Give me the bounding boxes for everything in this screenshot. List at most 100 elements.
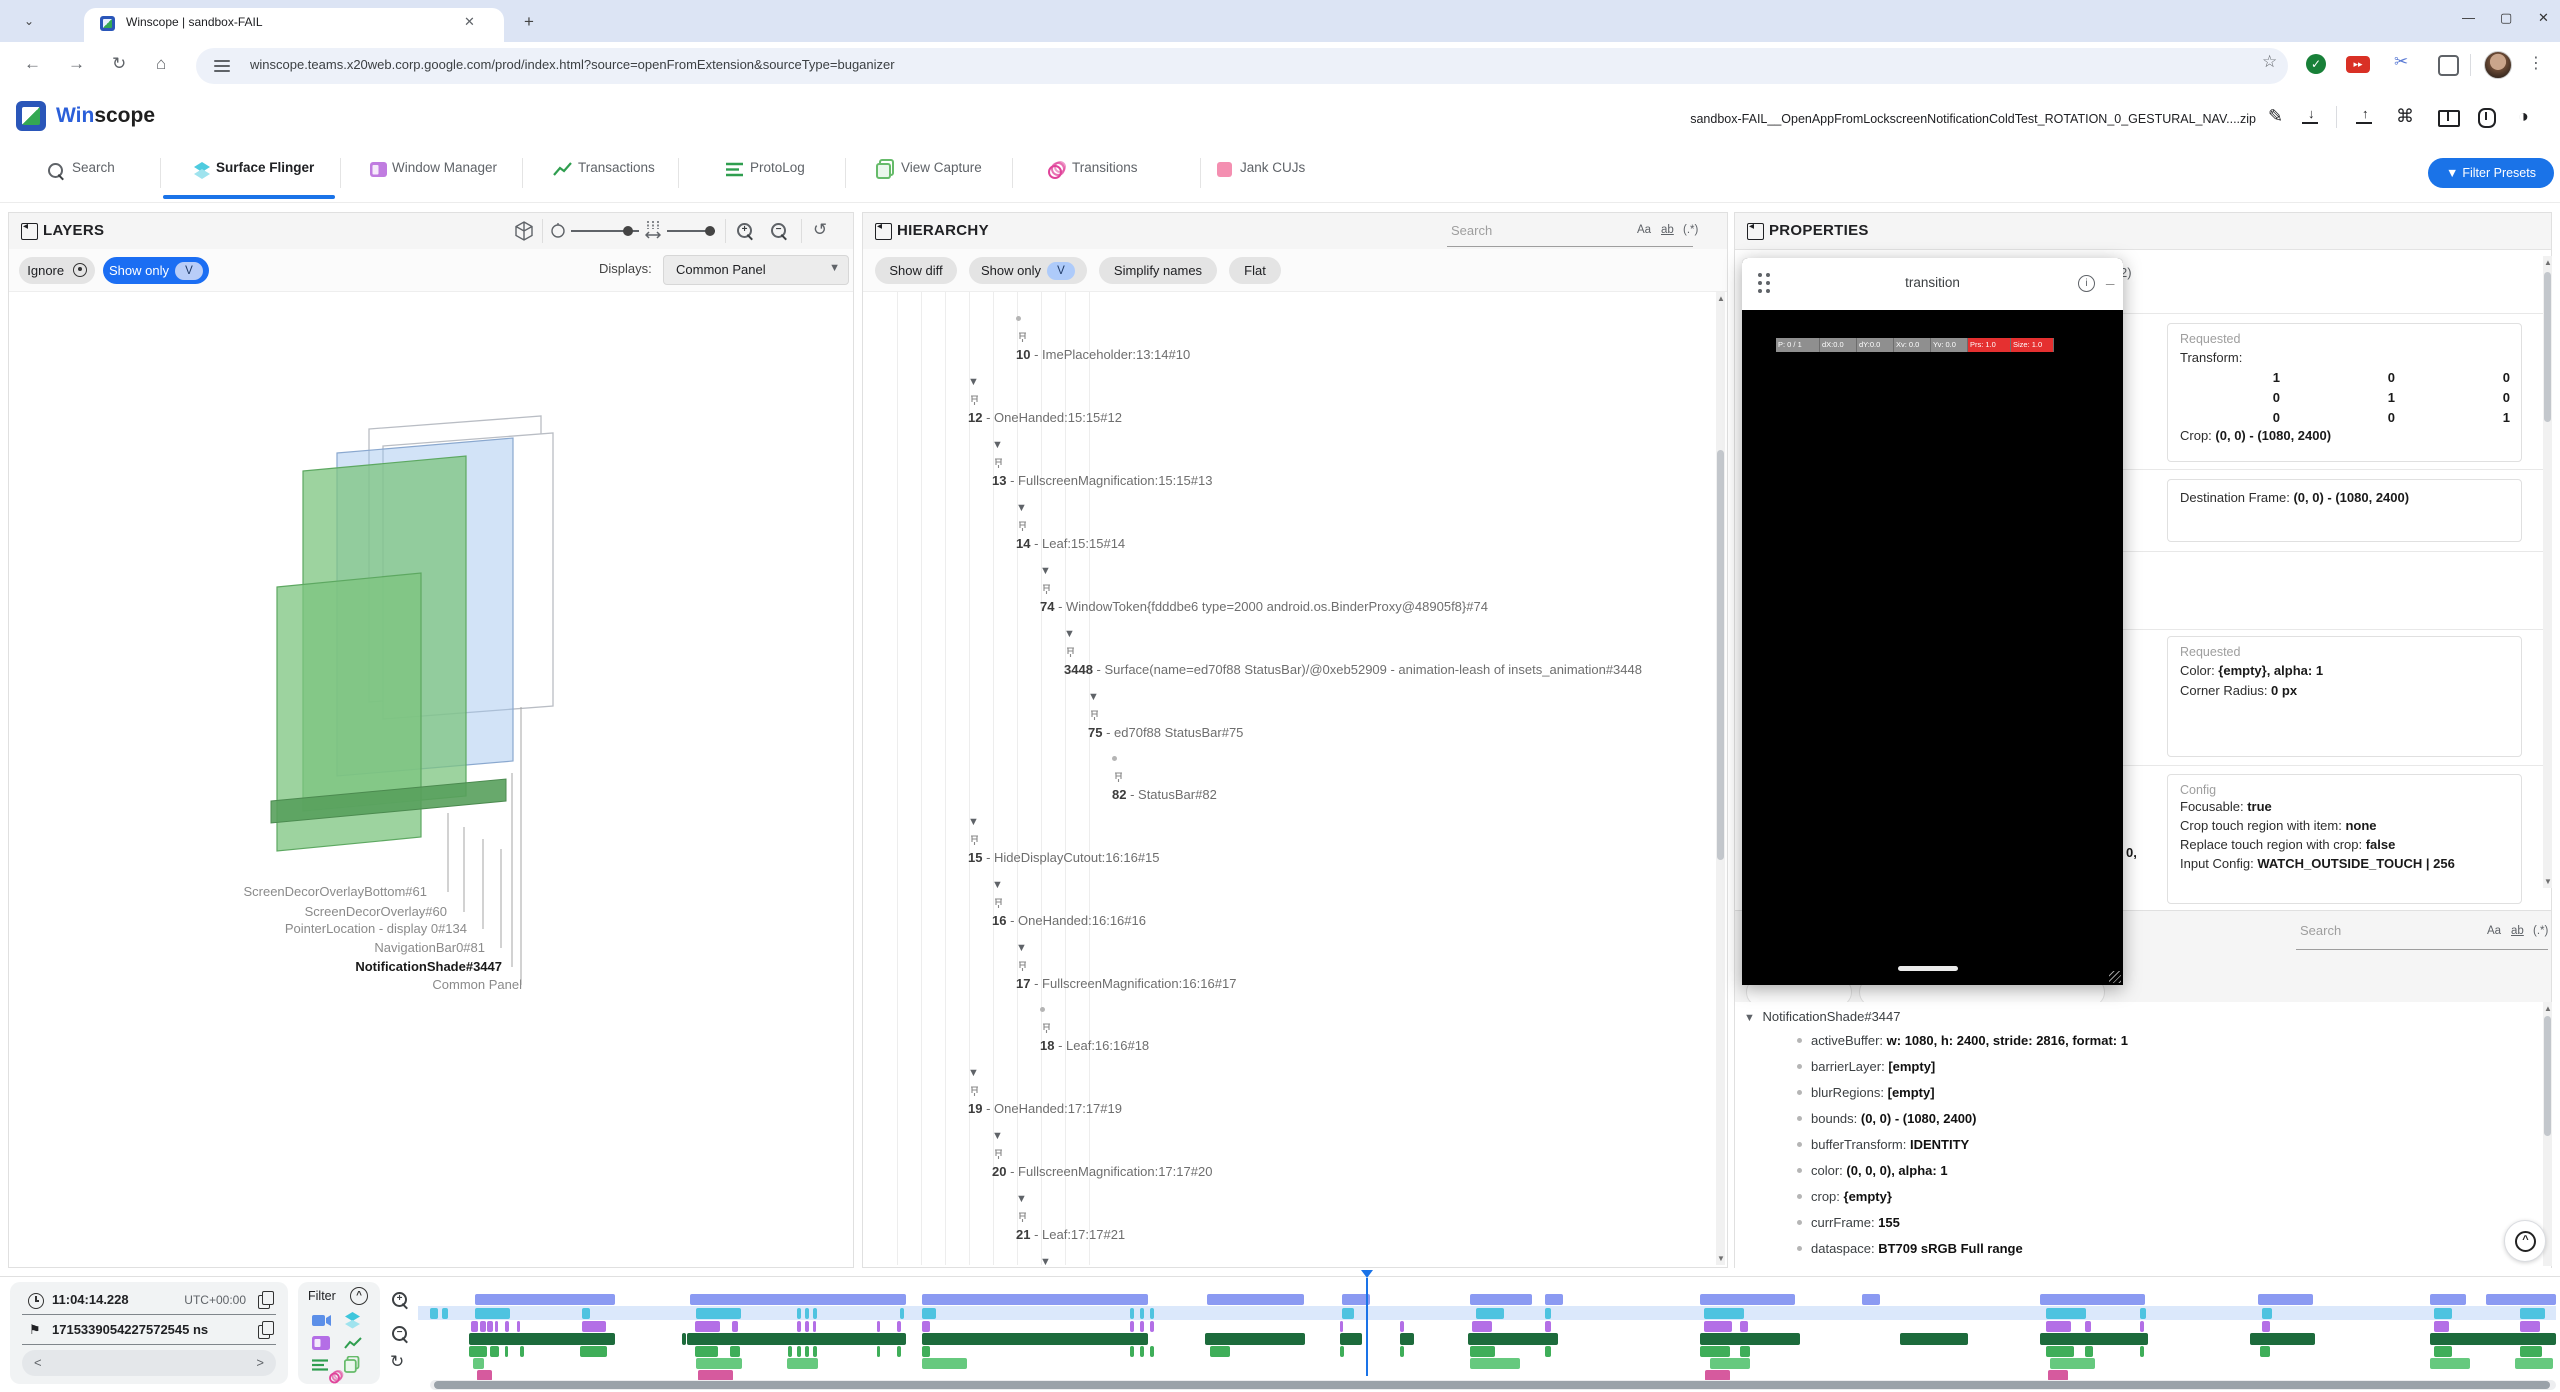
back-icon[interactable]: ← (24, 54, 41, 74)
surface-flinger-trace-bar[interactable] (2434, 1308, 2452, 1319)
upload-icon[interactable]: ↑ (2356, 108, 2372, 124)
screen-recording-trace-bar[interactable] (475, 1294, 615, 1305)
window-manager-trace-bar[interactable] (1140, 1321, 1144, 1332)
hierarchy-row[interactable]: ▼19 - OneHanded:17:17#19 (863, 1059, 1701, 1122)
transactions-trace-bar[interactable] (922, 1333, 1148, 1345)
spacing-slider[interactable] (667, 230, 715, 232)
layer-label[interactable]: PointerLocation - display 0#134 (285, 921, 467, 936)
hierarchy-scrollbar[interactable]: ▲ ▼ (1716, 292, 1725, 1265)
hierarchy-search-input[interactable]: Search (1451, 223, 1492, 238)
minimize-icon[interactable]: _ (2106, 270, 2114, 287)
transition-overlay-window[interactable]: transition i _ P: 0 / 1dX:0.0dY:0.0Xv: 0… (1742, 258, 2123, 985)
profile-avatar[interactable] (2484, 51, 2512, 79)
window-manager-trace-bar[interactable] (471, 1321, 478, 1332)
layer-label[interactable]: ScreenDecorOverlay#60 (305, 904, 447, 919)
tab-jank-cujs[interactable]: Jank CUJs (1240, 160, 1305, 175)
protolog-trace-bar[interactable] (2140, 1346, 2144, 1357)
hierarchy-row[interactable]: ▼12 - OneHanded:15:15#12 (863, 368, 1701, 431)
hierarchy-row[interactable]: ▼16 - OneHanded:16:16#16 (863, 871, 1701, 934)
tab-protolog[interactable]: ProtoLog (750, 160, 805, 175)
prev-frame-button[interactable]: < (34, 1355, 42, 1370)
window-manager-trace-bar[interactable] (897, 1321, 901, 1332)
screen-recording-trace-bar[interactable] (2486, 1294, 2556, 1305)
hierarchy-row[interactable]: 18 - Leaf:16:16#18 (863, 997, 1701, 1059)
next-frame-button[interactable]: > (256, 1355, 264, 1370)
site-settings-icon[interactable] (214, 58, 230, 74)
transactions-trace-bar[interactable] (1400, 1333, 1414, 1345)
hierarchy-row[interactable]: 10 - ImePlaceholder:13:14#10 (863, 306, 1701, 368)
screen-recording-trace-bar[interactable] (1862, 1294, 1880, 1305)
surface-flinger-trace-bar[interactable] (1545, 1308, 1551, 1319)
window-manager-trace-bar[interactable] (1400, 1321, 1404, 1332)
url-text[interactable]: winscope.teams.x20web.corp.google.com/pr… (250, 57, 895, 72)
window-manager-filter-icon[interactable] (312, 1336, 330, 1350)
collapse-panel-icon[interactable] (1747, 223, 1764, 240)
screen-recording-trace-bar[interactable] (1700, 1294, 1795, 1305)
resize-handle[interactable] (2109, 971, 2121, 983)
expand-arrow-icon[interactable]: ▼ (1016, 1186, 1030, 1212)
flat-chip[interactable]: Flat (1229, 257, 1281, 284)
window-manager-trace-bar[interactable] (487, 1321, 493, 1332)
protolog-trace-bar[interactable] (922, 1346, 930, 1357)
zoom-out-icon[interactable]: − (771, 223, 786, 238)
transactions-trace-bar[interactable] (2430, 1333, 2556, 1345)
protolog-trace-bar[interactable] (797, 1346, 801, 1357)
protolog-trace-bar[interactable] (2520, 1346, 2542, 1357)
window-manager-trace-bar[interactable] (2085, 1321, 2091, 1332)
protolog-trace-bar[interactable] (1150, 1346, 1154, 1357)
window-manager-trace-bar[interactable] (2140, 1321, 2144, 1332)
property-item[interactable]: bufferTransform: IDENTITY (1797, 1132, 2531, 1158)
tab-surface-flinger[interactable]: Surface Flinger (216, 160, 314, 175)
window-manager-trace-bar[interactable] (2046, 1321, 2071, 1332)
transactions-trace-bar[interactable] (2250, 1333, 2315, 1345)
property-item[interactable]: crop: {empty} (1797, 1184, 2531, 1210)
surface-flinger-trace-bar[interactable] (813, 1308, 817, 1319)
window-manager-trace-bar[interactable] (505, 1321, 509, 1332)
expand-arrow-icon[interactable]: ▼ (1016, 935, 1030, 961)
copy-icon[interactable] (258, 1295, 270, 1309)
property-item[interactable]: activeBuffer: w: 1080, h: 2400, stride: … (1797, 1028, 2531, 1054)
hierarchy-row[interactable]: ▼3448 - Surface(name=ed70f88 StatusBar)/… (863, 620, 1701, 683)
protolog-trace-bar[interactable] (1700, 1346, 1730, 1357)
protolog-trace-bar[interactable] (897, 1346, 901, 1357)
window-manager-trace-bar[interactable] (1740, 1321, 1748, 1332)
view-capture-trace-bar[interactable] (2050, 1358, 2095, 1369)
window-manager-trace-bar[interactable] (1150, 1321, 1154, 1332)
protolog-trace-bar[interactable] (505, 1346, 508, 1357)
screen-recording-trace-bar[interactable] (2430, 1294, 2466, 1305)
surface-flinger-trace-bar[interactable] (2140, 1308, 2146, 1319)
surface-flinger-trace-bar[interactable] (442, 1308, 448, 1319)
timeline-cursor-handle[interactable] (1361, 1270, 1373, 1278)
expand-arrow-icon[interactable]: ▼ (992, 432, 1006, 458)
overlay-title-bar[interactable]: transition i _ (1742, 258, 2123, 310)
protolog-trace-bar[interactable] (695, 1346, 718, 1357)
browser-menu-icon[interactable]: ⋮ (2528, 53, 2544, 73)
collapse-panel-icon[interactable] (875, 223, 892, 240)
layer-label[interactable]: ScreenDecorOverlayBottom#61 (243, 884, 427, 899)
show-diff-chip[interactable]: Show diff (875, 257, 957, 284)
shortcuts-icon[interactable]: ⌘ (2396, 106, 2414, 127)
tab-window-manager[interactable]: Window Manager (392, 160, 497, 175)
protolog-trace-bar[interactable] (805, 1346, 809, 1357)
transactions-filter-icon[interactable] (344, 1337, 362, 1350)
hierarchy-row[interactable]: ▼74 - WindowToken{fdddbe6 type=2000 andr… (863, 557, 1701, 620)
show-only-chip[interactable]: Show onlyV (969, 257, 1087, 284)
transactions-trace-bar[interactable] (1468, 1333, 1558, 1345)
protolog-trace-bar[interactable] (1400, 1346, 1404, 1357)
view-capture-trace-bar[interactable] (2430, 1358, 2470, 1369)
hierarchy-row[interactable]: ▼13 - FullscreenMagnification:15:15#13 (863, 431, 1701, 494)
property-item[interactable]: barrierLayer: [empty] (1797, 1054, 2531, 1080)
protolog-trace-bar[interactable] (2434, 1346, 2452, 1357)
protolog-trace-bar[interactable] (2085, 1346, 2093, 1357)
transactions-trace-bar[interactable] (1205, 1333, 1305, 1345)
collapse-filter-icon[interactable]: ^ (350, 1287, 368, 1305)
surface-flinger-trace-bar[interactable] (1704, 1308, 1744, 1319)
displays-select[interactable]: Common Panel ▼ (663, 255, 849, 285)
protolog-trace-bar[interactable] (1470, 1346, 1495, 1357)
protolog-trace-bar[interactable] (788, 1346, 792, 1357)
edit-icon[interactable]: ✎ (2268, 106, 2283, 127)
surface-flinger-trace-bar[interactable] (430, 1308, 438, 1319)
extension-check-icon[interactable]: ✓ (2306, 54, 2326, 74)
home-icon[interactable]: ⌂ (156, 54, 166, 74)
3d-view-icon[interactable] (514, 221, 534, 241)
